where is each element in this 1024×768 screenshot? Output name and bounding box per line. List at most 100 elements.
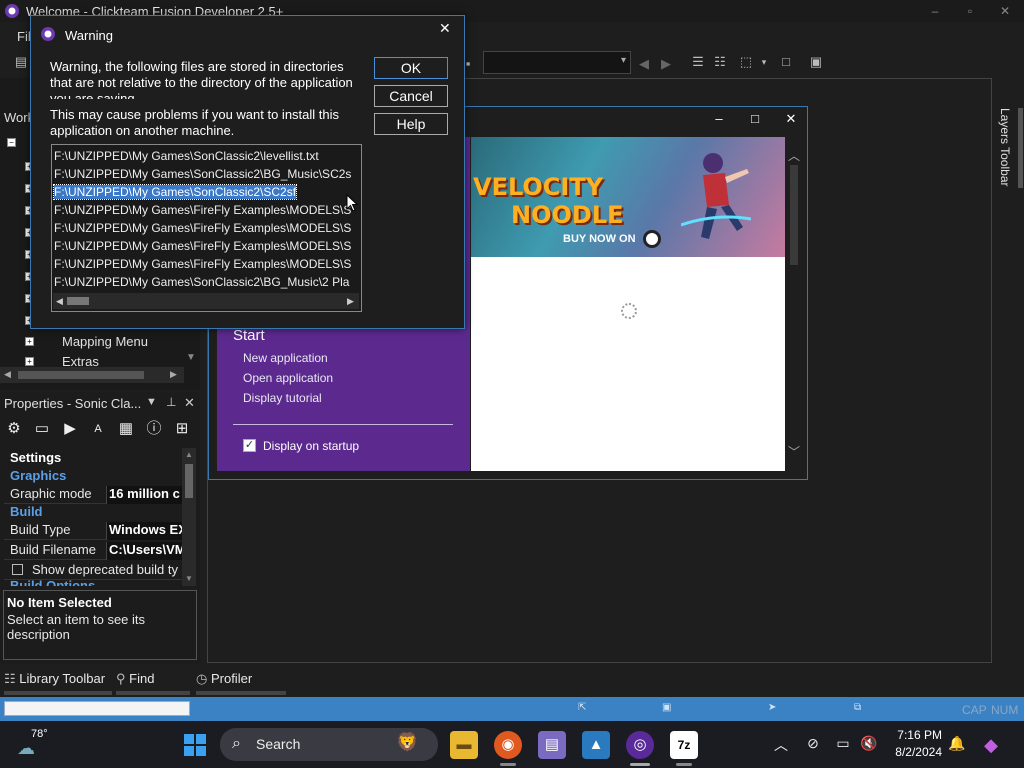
copilot-icon[interactable]: ◆ bbox=[982, 735, 1000, 755]
scroll-right-icon[interactable]: ▶ bbox=[347, 296, 354, 307]
tree-expand-icon[interactable]: + bbox=[25, 357, 34, 366]
property-row[interactable]: Build Filename C:\Users\VM bbox=[4, 540, 182, 560]
scroll-right-icon[interactable]: ▶ bbox=[170, 369, 177, 380]
windows-start-icon[interactable] bbox=[183, 733, 207, 757]
taskbar-search[interactable]: ⌕ Search 🦁 bbox=[220, 728, 438, 761]
scroll-up-icon[interactable]: ▲ bbox=[185, 450, 193, 459]
window-icon[interactable]: ▭ bbox=[31, 418, 53, 440]
property-row[interactable]: Graphic mode 16 million c bbox=[4, 484, 182, 504]
scroll-thumb[interactable] bbox=[185, 464, 193, 498]
build-section[interactable]: Build bbox=[10, 504, 43, 519]
pin-icon[interactable]: ⊥ bbox=[166, 395, 176, 409]
weather-temp[interactable]: 78° bbox=[31, 728, 48, 740]
display-icon[interactable]: ▭ bbox=[834, 735, 852, 753]
close-panel-icon[interactable]: ✕ bbox=[184, 395, 195, 411]
layers-scroll-thumb[interactable] bbox=[1018, 108, 1023, 188]
image-app-icon[interactable]: ▲ bbox=[582, 731, 610, 759]
next-arrow-icon[interactable]: ▶ bbox=[658, 56, 674, 72]
clock[interactable]: 7:16 PM 8/2/2024 bbox=[888, 728, 942, 759]
tree-item-mapping-menu[interactable]: Mapping Menu bbox=[62, 334, 148, 349]
list-item[interactable]: F:\UNZIPPED\My Games\FireFly Examples\MO… bbox=[53, 202, 359, 220]
selection-icon[interactable]: ⬚ bbox=[738, 54, 754, 70]
property-row[interactable]: Build Type Windows EX bbox=[4, 520, 182, 540]
property-value[interactable]: 16 million c bbox=[106, 486, 182, 504]
frame-icon[interactable]: □ bbox=[778, 54, 794, 70]
property-value[interactable]: C:\Users\VM bbox=[106, 542, 182, 560]
panel-menu-icon[interactable]: ▼ bbox=[146, 396, 157, 408]
file-list-hscroll[interactable]: ◀ ▶ bbox=[53, 293, 359, 309]
scroll-down-icon[interactable]: ▼ bbox=[186, 352, 196, 363]
tab-find[interactable]: ⚲ Find bbox=[116, 671, 154, 687]
display-on-startup-checkbox[interactable]: ✓ bbox=[243, 439, 256, 452]
list-item[interactable]: F:\UNZIPPED\My Games\SonClassic2\BG_Musi… bbox=[53, 274, 359, 292]
text-icon[interactable]: A bbox=[87, 418, 109, 440]
info-icon[interactable]: ⓘ bbox=[143, 418, 165, 440]
minimize-button[interactable]: – bbox=[920, 2, 950, 20]
new-application-link[interactable]: New application bbox=[243, 351, 328, 365]
frame-combo[interactable]: ▾ bbox=[483, 51, 631, 74]
file-list[interactable]: F:\UNZIPPED\My Games\SonClassic2\levelli… bbox=[51, 144, 362, 312]
scroll-thumb[interactable] bbox=[18, 371, 144, 379]
firefox-icon[interactable]: ◉ bbox=[494, 731, 522, 759]
list-item[interactable]: F:\UNZIPPED\My Games\SonClassic2\levelli… bbox=[53, 148, 359, 166]
layers-toolbar-label[interactable]: Layers Toolbar bbox=[998, 108, 1012, 187]
volume-muted-icon[interactable]: 🔇 bbox=[860, 735, 878, 753]
selection-dropdown-icon[interactable]: ▾ bbox=[756, 54, 772, 70]
settings-gear-icon[interactable]: ⚙ bbox=[3, 418, 25, 440]
welcome-minimize-button[interactable]: – bbox=[709, 111, 729, 127]
checkbox-label: Show deprecated build ty bbox=[32, 562, 178, 577]
graphics-section[interactable]: Graphics bbox=[10, 468, 66, 483]
list-edit-icon[interactable]: ☷ bbox=[712, 54, 728, 70]
dialog-close-icon[interactable]: ✕ bbox=[439, 20, 451, 37]
app-icon[interactable]: ▤ bbox=[538, 731, 566, 759]
extensions-icon[interactable]: ⊞ bbox=[171, 418, 193, 440]
close-window-button[interactable]: ✕ bbox=[990, 2, 1020, 20]
7zip-icon[interactable]: 7z bbox=[670, 731, 698, 759]
new-file-icon[interactable]: ▤ bbox=[13, 54, 29, 70]
welcome-vscroll[interactable]: ︿ ﹀ bbox=[786, 147, 802, 463]
scroll-down-icon[interactable]: ﹀ bbox=[786, 443, 802, 459]
tab-profiler[interactable]: ◷ Profiler bbox=[196, 671, 252, 687]
tree-collapse-icon[interactable]: − bbox=[7, 138, 16, 147]
scroll-left-icon[interactable]: ◀ bbox=[4, 369, 11, 380]
property-value[interactable]: Windows EX bbox=[106, 522, 182, 540]
list-icon[interactable]: ☰ bbox=[690, 54, 706, 70]
floppy-icon[interactable]: ▣ bbox=[808, 54, 824, 70]
display-tutorial-link[interactable]: Display tutorial bbox=[243, 391, 322, 405]
maximize-button[interactable]: ▫ bbox=[955, 2, 985, 20]
list-item[interactable]: F:\UNZIPPED\My Games\SonClassic2\BG_Musi… bbox=[53, 166, 359, 184]
chevron-up-icon[interactable]: ︿ bbox=[772, 735, 790, 753]
cancel-button[interactable]: Cancel bbox=[374, 85, 448, 107]
workspace-hscroll[interactable]: ◀ ▶ bbox=[0, 367, 184, 383]
scroll-down-icon[interactable]: ▼ bbox=[185, 574, 193, 583]
promo-banner[interactable]: VELOCITY NOODLE BUY NOW ON bbox=[471, 137, 785, 257]
welcome-close-button[interactable]: ✕ bbox=[781, 111, 801, 127]
tab-library-toolbar[interactable]: ☷ Library Toolbar bbox=[4, 671, 105, 687]
network-off-icon[interactable]: ⊘ bbox=[804, 735, 822, 753]
property-row[interactable]: Show deprecated build ty bbox=[4, 560, 182, 580]
build-options-section[interactable]: Build Options bbox=[10, 578, 95, 586]
scroll-thumb[interactable] bbox=[67, 297, 89, 305]
clickteam-taskbar-icon[interactable]: ◎ bbox=[626, 731, 654, 759]
scroll-left-icon[interactable]: ◀ bbox=[56, 296, 63, 307]
tree-expand-icon[interactable]: + bbox=[25, 337, 34, 346]
open-application-link[interactable]: Open application bbox=[243, 371, 333, 385]
list-item[interactable]: F:\UNZIPPED\My Games\FireFly Examples\MO… bbox=[53, 220, 359, 238]
help-button[interactable]: Help bbox=[374, 113, 448, 135]
weather-icon[interactable]: ☁ bbox=[17, 738, 43, 758]
prev-arrow-icon[interactable]: ◀ bbox=[636, 56, 652, 72]
grid-icon[interactable]: ▦ bbox=[115, 418, 137, 440]
file-explorer-icon[interactable]: ▬ bbox=[450, 731, 478, 759]
scroll-up-icon[interactable]: ︿ bbox=[786, 147, 802, 163]
properties-vscroll[interactable]: ▲ ▼ bbox=[182, 448, 196, 586]
play-icon[interactable]: ▶ bbox=[59, 418, 81, 440]
list-item-selected[interactable]: F:\UNZIPPED\My Games\SonClassic2\SC2sf bbox=[53, 184, 359, 202]
notification-bell-icon[interactable]: 🔔 bbox=[948, 735, 966, 753]
welcome-maximize-button[interactable]: □ bbox=[745, 111, 765, 127]
scroll-thumb[interactable] bbox=[790, 165, 798, 265]
menu-file[interactable]: Fil bbox=[17, 29, 31, 44]
ok-button[interactable]: OK bbox=[374, 57, 448, 79]
list-item[interactable]: F:\UNZIPPED\My Games\FireFly Examples\MO… bbox=[53, 256, 359, 274]
list-item[interactable]: F:\UNZIPPED\My Games\FireFly Examples\MO… bbox=[53, 238, 359, 256]
deprecated-checkbox[interactable] bbox=[12, 564, 23, 575]
